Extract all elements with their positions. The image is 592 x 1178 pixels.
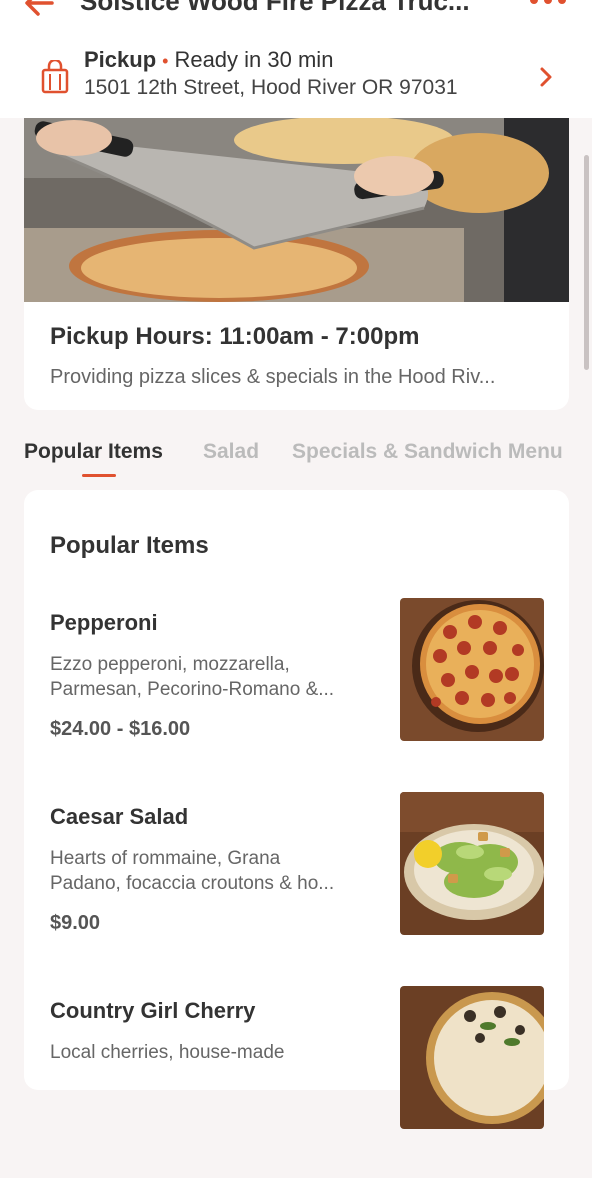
- shopping-bag-icon: [41, 60, 69, 94]
- section-title: Popular Items: [50, 532, 209, 559]
- pickup-hours: Pickup Hours: 11:00am - 7:00pm: [50, 323, 420, 350]
- scrollbar[interactable]: [584, 155, 589, 370]
- store-description: Providing pizza slices & specials in the…: [50, 366, 496, 388]
- more-options-icon[interactable]: [528, 0, 568, 12]
- pickup-address: 1501 12th Street, Hood River OR 97031: [84, 76, 458, 99]
- item-description: Hearts of rommaine, Grana Padano, focacci…: [50, 848, 335, 894]
- back-arrow-icon[interactable]: [22, 0, 56, 20]
- tab-specials-sandwich[interactable]: Specials & Sandwich Menu: [292, 440, 563, 464]
- page-title: Solstice Wood Fire Pizza Truc...: [80, 0, 470, 16]
- ready-time: Ready in 30 min: [174, 47, 334, 72]
- active-tab-indicator: [82, 474, 116, 477]
- pizza-cutter-photo: [24, 118, 569, 302]
- tab-salad[interactable]: Salad: [203, 440, 259, 464]
- chevron-right-icon[interactable]: [536, 66, 556, 88]
- pepperoni-pizza-photo: [400, 598, 544, 741]
- cherry-pizza-photo: [400, 986, 544, 1129]
- pickup-label: Pickup: [84, 47, 157, 72]
- category-tabs: Popular Items Salad Specials & Sandwich …: [0, 430, 592, 480]
- item-price: $24.00 - $16.00: [50, 718, 191, 740]
- pickup-status: Pickup • Ready in 30 min: [84, 46, 333, 75]
- menu-item-pepperoni[interactable]: Pepperoni Ezzo pepperoni, mozzarella, Par…: [24, 598, 569, 790]
- item-name: Pepperoni: [50, 610, 158, 635]
- item-name: Country Girl Cherry: [50, 998, 256, 1023]
- menu-item-caesar-salad[interactable]: Caesar Salad Hearts of rommaine, Grana Pa…: [24, 792, 569, 984]
- item-description: Local cherries, house-made: [50, 1042, 285, 1063]
- pickup-info-row[interactable]: Pickup • Ready in 30 min 1501 12th Street,…: [0, 42, 592, 112]
- store-info-card: Pickup Hours: 11:00am - 7:00pm Providing…: [24, 118, 569, 410]
- item-name: Caesar Salad: [50, 804, 189, 829]
- tab-popular-items[interactable]: Popular Items: [24, 440, 163, 464]
- item-description: Ezzo pepperoni, mozzarella, Parmesan, Pec…: [50, 654, 335, 700]
- menu-section-card: Popular Items Pepperoni Ezzo pepperoni, …: [24, 490, 569, 1129]
- top-bar: Solstice Wood Fire Pizza Truc... Pickup •…: [0, 0, 592, 118]
- item-price: $9.00: [50, 912, 101, 934]
- caesar-salad-photo: [400, 792, 544, 935]
- separator-dot: •: [162, 51, 169, 71]
- menu-item-country-girl-cherry[interactable]: Country Girl Cherry Local cherries, hous…: [24, 986, 569, 1178]
